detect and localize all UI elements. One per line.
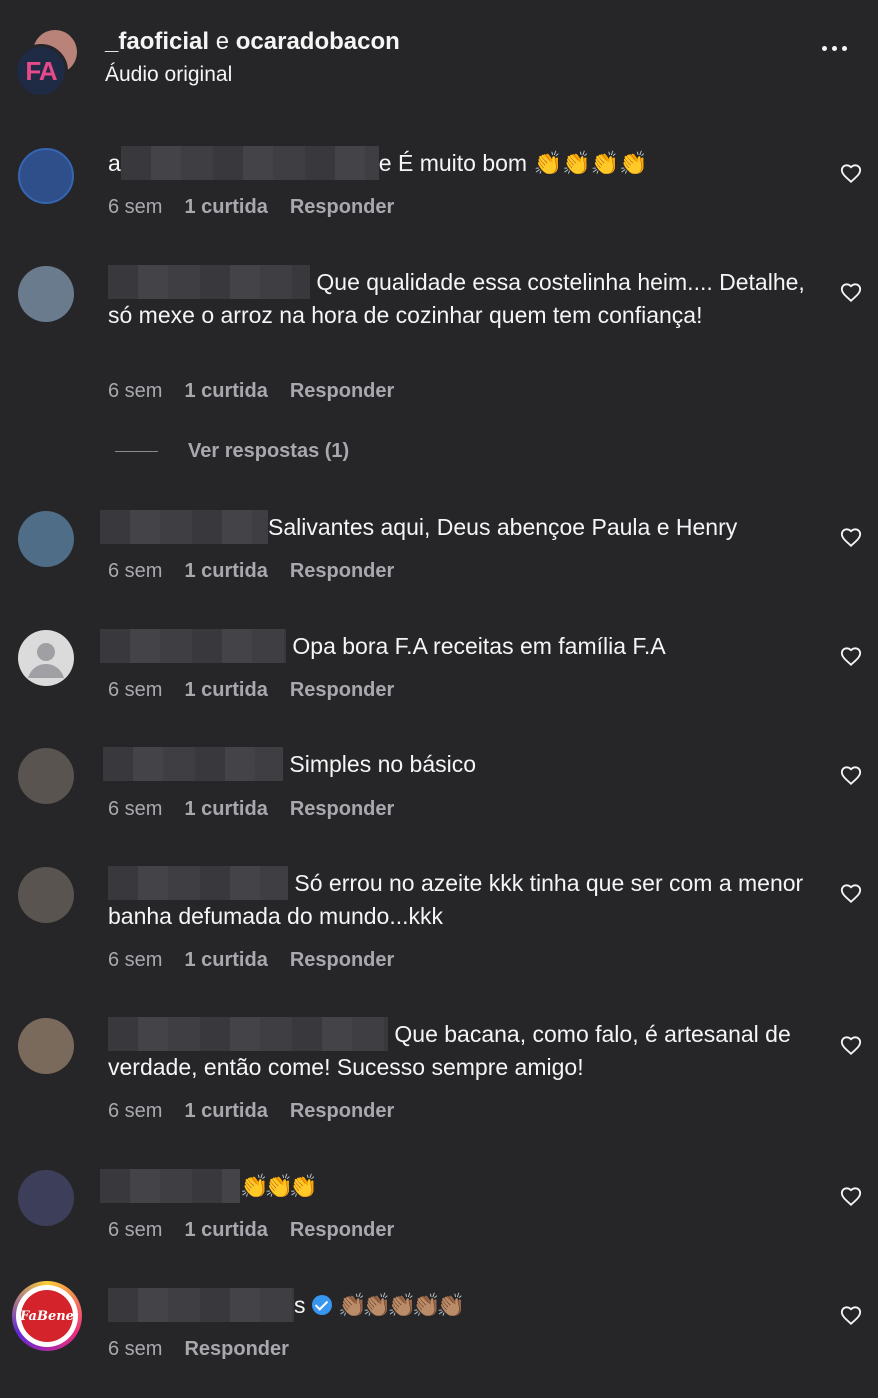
heart-icon[interactable] bbox=[840, 765, 862, 787]
comment-likes[interactable]: 1 curtida bbox=[184, 1219, 267, 1242]
comment-text: Simples no básico bbox=[103, 746, 803, 781]
comment-meta: 6 sem Responder bbox=[108, 1338, 289, 1361]
owner-avatar[interactable]: FA bbox=[14, 44, 68, 98]
reply-button[interactable]: Responder bbox=[290, 679, 394, 702]
comment-time: 6 sem bbox=[108, 560, 163, 582]
comment-time: 6 sem bbox=[108, 1100, 163, 1122]
comment-likes[interactable]: 1 curtida bbox=[184, 949, 267, 972]
heart-icon[interactable] bbox=[840, 646, 862, 668]
comment-likes[interactable]: 1 curtida bbox=[184, 679, 267, 702]
comment-time: 6 sem bbox=[108, 1338, 163, 1360]
reply-button[interactable]: Responder bbox=[290, 560, 394, 583]
post-header: FA _faoficial e ocaradobacon Áudio origi… bbox=[0, 0, 878, 110]
comment-text: 👏👏👏 bbox=[100, 1168, 800, 1203]
commenter-avatar[interactable] bbox=[18, 1018, 74, 1074]
blurred-username bbox=[108, 865, 288, 900]
author-conjunction: e bbox=[215, 28, 230, 55]
reply-button[interactable]: Responder bbox=[184, 1338, 288, 1361]
comment-meta: 6 sem 1 curtida Responder bbox=[108, 380, 394, 403]
comment-text: s 👏🏽👏🏽👏🏽👏🏽👏🏽 bbox=[108, 1287, 808, 1322]
heart-icon[interactable] bbox=[840, 163, 862, 185]
comment-meta: 6 sem 1 curtida Responder bbox=[108, 560, 394, 583]
comment-time: 6 sem bbox=[108, 380, 163, 402]
heart-icon[interactable] bbox=[840, 527, 862, 549]
reply-button[interactable]: Responder bbox=[290, 798, 394, 821]
comment-time: 6 sem bbox=[108, 196, 163, 218]
heart-icon[interactable] bbox=[840, 883, 862, 905]
heart-icon[interactable] bbox=[840, 1186, 862, 1208]
reply-button[interactable]: Responder bbox=[290, 380, 394, 403]
blurred-username bbox=[120, 145, 379, 180]
comment-meta: 6 sem 1 curtida Responder bbox=[108, 196, 394, 219]
commenter-avatar[interactable] bbox=[18, 511, 74, 567]
author-link-2[interactable]: ocaradobacon bbox=[236, 28, 400, 55]
default-avatar-icon[interactable] bbox=[18, 630, 74, 686]
blurred-username bbox=[108, 1287, 294, 1322]
blurred-username bbox=[103, 746, 283, 781]
reply-button[interactable]: Responder bbox=[290, 1219, 394, 1242]
heart-icon[interactable] bbox=[840, 282, 862, 304]
comment-likes[interactable]: 1 curtida bbox=[184, 1100, 267, 1123]
reply-button[interactable]: Responder bbox=[290, 949, 394, 972]
comment-likes[interactable]: 1 curtida bbox=[184, 380, 267, 403]
comment-likes[interactable]: 1 curtida bbox=[184, 196, 267, 219]
comment-time: 6 sem bbox=[108, 798, 163, 820]
reply-button[interactable]: Responder bbox=[290, 1100, 394, 1123]
author-link-1[interactable]: _faoficial bbox=[105, 28, 209, 55]
comment-text: Opa bora F.A receitas em família F.A bbox=[100, 628, 800, 663]
comment-likes[interactable]: 1 curtida bbox=[184, 560, 267, 583]
comment-time: 6 sem bbox=[108, 949, 163, 971]
comment-text: Que qualidade essa costelinha heim.... D… bbox=[108, 264, 808, 332]
heart-icon[interactable] bbox=[840, 1035, 862, 1057]
comment-meta: 6 sem 1 curtida Responder bbox=[108, 1219, 394, 1242]
commenter-avatar[interactable] bbox=[18, 266, 74, 322]
comment-meta: 6 sem 1 curtida Responder bbox=[108, 1100, 394, 1123]
verified-badge-icon bbox=[311, 1295, 332, 1316]
post-authors: _faoficial e ocaradobacon bbox=[105, 28, 400, 56]
replies-divider bbox=[115, 451, 158, 452]
reply-button[interactable]: Responder bbox=[290, 196, 394, 219]
commenter-avatar[interactable] bbox=[18, 748, 74, 804]
owner-avatar-logo: FA bbox=[25, 55, 57, 86]
comment-meta: 6 sem 1 curtida Responder bbox=[108, 949, 394, 972]
comment-time: 6 sem bbox=[108, 1219, 163, 1241]
audio-label[interactable]: Áudio original bbox=[105, 63, 232, 87]
view-replies-label: Ver respostas (1) bbox=[188, 440, 350, 462]
blurred-username bbox=[100, 628, 286, 663]
commenter-avatar[interactable] bbox=[18, 148, 74, 204]
brand-logo: FaBene bbox=[20, 1290, 74, 1342]
story-ring-avatar[interactable]: FaBene bbox=[12, 1281, 82, 1351]
commenter-avatar[interactable] bbox=[18, 867, 74, 923]
blurred-username bbox=[100, 1168, 240, 1203]
comment-text: Só errou no azeite kkk tinha que ser com… bbox=[108, 865, 808, 933]
blurred-username bbox=[108, 1016, 388, 1051]
comment-time: 6 sem bbox=[108, 679, 163, 701]
comment-text: Salivantes aqui, Deus abençoe Paula e He… bbox=[100, 509, 800, 544]
comment-text: ae É muito bom 👏👏👏👏 bbox=[108, 145, 808, 180]
comment-likes[interactable]: 1 curtida bbox=[184, 798, 267, 821]
comment-meta: 6 sem 1 curtida Responder bbox=[108, 679, 394, 702]
commenter-avatar[interactable] bbox=[18, 1170, 74, 1226]
blurred-username bbox=[108, 264, 310, 299]
blurred-username bbox=[100, 509, 268, 544]
view-replies-button[interactable]: Ver respostas (1) bbox=[115, 440, 349, 463]
heart-icon[interactable] bbox=[840, 1305, 862, 1327]
comment-text: Que bacana, como falo, é artesanal de ve… bbox=[108, 1016, 808, 1084]
comment-meta: 6 sem 1 curtida Responder bbox=[108, 798, 394, 821]
more-options-icon[interactable] bbox=[822, 46, 847, 51]
